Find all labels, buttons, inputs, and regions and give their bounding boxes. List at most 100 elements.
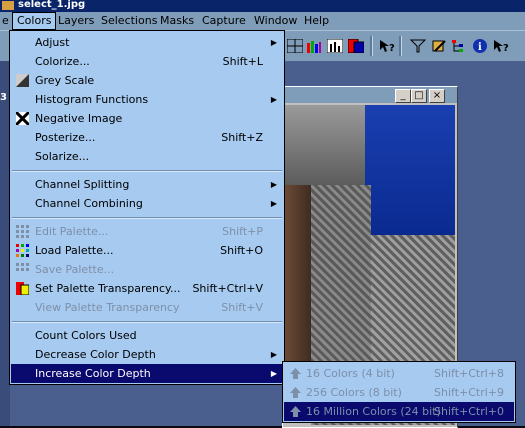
menu-layers[interactable]: Layers bbox=[54, 13, 98, 29]
menu-masks[interactable]: Masks bbox=[156, 13, 198, 29]
histogram-color-icon[interactable] bbox=[305, 37, 323, 55]
menu-colors[interactable]: Colors bbox=[12, 12, 57, 30]
menu-item-decrease-color-depth[interactable]: Decrease Color Depth ▶ bbox=[11, 345, 283, 364]
menu-item-channel-combining[interactable]: Channel Combining ▶ bbox=[11, 194, 283, 213]
menu-item-label: Save Palette... bbox=[35, 263, 115, 276]
menu-item-posterize[interactable]: Posterize... Shift+Z bbox=[11, 128, 283, 147]
colors-menu: Adjust ▶ Colorize... Shift+L Grey Scale Histo… bbox=[9, 30, 285, 385]
menu-item-channel-splitting[interactable]: Channel Splitting ▶ bbox=[11, 175, 283, 194]
menu-item-shortcut: Shift+Ctrl+V bbox=[192, 282, 263, 295]
brush-icon[interactable] bbox=[430, 37, 448, 55]
menu-item-label: Negative Image bbox=[35, 112, 123, 125]
menu-item-label: Posterize... bbox=[35, 131, 96, 144]
menu-item-label: Colorize... bbox=[35, 55, 90, 68]
submenu-item-shortcut: Shift+Ctrl+8 bbox=[434, 367, 505, 380]
menu-item-label: View Palette Transparency bbox=[35, 301, 180, 314]
submenu-item-label: 256 Colors (8 bit) bbox=[306, 386, 402, 399]
menu-separator bbox=[12, 321, 282, 323]
submenu-arrow-icon: ▶ bbox=[270, 350, 277, 359]
menu-item-load-palette[interactable]: Load Palette... Shift+O bbox=[11, 241, 283, 260]
submenu-arrow-icon: ▶ bbox=[270, 199, 277, 208]
menu-item-label: Load Palette... bbox=[35, 244, 114, 257]
transparency-icon bbox=[16, 282, 30, 296]
menu-window[interactable]: Window bbox=[250, 13, 301, 29]
menu-item-colorize[interactable]: Colorize... Shift+L bbox=[11, 52, 283, 71]
menu-item-grey-scale[interactable]: Grey Scale bbox=[11, 71, 283, 90]
face-region bbox=[285, 185, 313, 385]
menu-item-label: Histogram Functions bbox=[35, 93, 149, 106]
up-arrow-icon bbox=[289, 386, 302, 399]
menu-selections[interactable]: Selections bbox=[97, 13, 161, 29]
tree-icon[interactable] bbox=[450, 37, 468, 55]
panel-label: 3 bbox=[0, 92, 7, 103]
menu-item-label: Solarize... bbox=[35, 150, 90, 163]
toolbar-separator bbox=[399, 36, 402, 56]
menubar: e Colors Layers Selections Masks Capture… bbox=[0, 12, 525, 30]
app-titlebar: select_1.jpg bbox=[0, 0, 525, 12]
submenu-arrow-icon: ▶ bbox=[270, 95, 277, 104]
blue-cloth-region bbox=[365, 105, 455, 235]
submenu-item-label: 16 Million Colors (24 bit) bbox=[306, 405, 441, 418]
submenu-item-label: 16 Colors (4 bit) bbox=[306, 367, 395, 380]
menu-item-increase-color-depth[interactable]: Increase Color Depth ▶ bbox=[11, 364, 283, 383]
save-palette-icon bbox=[16, 263, 29, 276]
menu-item-label: Edit Palette... bbox=[35, 225, 109, 238]
menu-item-negative-image[interactable]: Negative Image bbox=[11, 109, 283, 128]
menu-item-view-palette-transparency[interactable]: View Palette Transparency Shift+V bbox=[11, 298, 283, 317]
submenu-arrow-icon: ▶ bbox=[270, 369, 277, 378]
up-arrow-icon bbox=[289, 367, 302, 380]
menu-item-set-palette-transparency[interactable]: Set Palette Transparency... Shift+Ctrl+V bbox=[11, 279, 283, 298]
menu-item-label: Decrease Color Depth bbox=[35, 348, 156, 361]
svg-text:?: ? bbox=[389, 43, 395, 53]
load-palette-icon bbox=[16, 244, 29, 257]
up-arrow-icon bbox=[289, 405, 302, 418]
histogram-icon[interactable] bbox=[326, 37, 344, 55]
submenu-item-shortcut: Shift+Ctrl+0 bbox=[434, 405, 505, 418]
filter-icon[interactable] bbox=[409, 37, 427, 55]
greyscale-icon bbox=[16, 74, 29, 87]
menu-item-histogram-functions[interactable]: Histogram Functions ▶ bbox=[11, 90, 283, 109]
svg-text:?: ? bbox=[503, 43, 509, 53]
menu-item-shortcut: Shift+O bbox=[220, 244, 263, 257]
menu-item-label: Channel Splitting bbox=[35, 178, 130, 191]
menu-item-count-colors-used[interactable]: Count Colors Used bbox=[11, 326, 283, 345]
submenu-item-256-colors-8-bit[interactable]: 256 Colors (8 bit) Shift+Ctrl+9 bbox=[284, 383, 514, 402]
submenu-item-16-colors-4-bit[interactable]: 16 Colors (4 bit) Shift+Ctrl+8 bbox=[284, 364, 514, 383]
menu-item-save-palette[interactable]: Save Palette... bbox=[11, 260, 283, 279]
menu-item-adjust[interactable]: Adjust ▶ bbox=[11, 33, 283, 52]
submenu-item-shortcut: Shift+Ctrl+9 bbox=[434, 386, 505, 399]
palette-icon bbox=[16, 225, 29, 238]
submenu-arrow-icon: ▶ bbox=[270, 38, 277, 47]
menu-item-shortcut: Shift+Z bbox=[221, 131, 263, 144]
helmet-region bbox=[285, 105, 365, 185]
menu-separator bbox=[12, 170, 282, 172]
submenu-item-16-million-colors-24-bit[interactable]: 16 Million Colors (24 bit) Shift+Ctrl+0 bbox=[284, 402, 514, 421]
svg-text:i: i bbox=[478, 42, 482, 53]
menu-item-label: Increase Color Depth bbox=[35, 367, 151, 380]
image-window-titlebar[interactable]: _ □ × bbox=[283, 87, 457, 103]
window-title: select_1.jpg bbox=[18, 0, 86, 10]
context-help-icon[interactable]: ? bbox=[378, 37, 396, 55]
info-icon[interactable]: i bbox=[471, 37, 489, 55]
close-button[interactable]: × bbox=[429, 89, 445, 103]
menu-separator bbox=[12, 217, 282, 219]
menu-item-shortcut: Shift+P bbox=[222, 225, 263, 238]
toolbar-grid-icon[interactable] bbox=[286, 37, 304, 55]
menu-item-label: Channel Combining bbox=[35, 197, 143, 210]
menu-edit[interactable]: e bbox=[0, 13, 13, 29]
menu-item-shortcut: Shift+V bbox=[221, 301, 263, 314]
menu-item-label: Grey Scale bbox=[35, 74, 95, 87]
minimize-button[interactable]: _ bbox=[395, 89, 411, 103]
menu-help[interactable]: Help bbox=[300, 13, 333, 29]
menu-item-shortcut: Shift+L bbox=[222, 55, 263, 68]
channels-icon[interactable] bbox=[347, 37, 365, 55]
negative-icon bbox=[14, 110, 31, 127]
menu-item-label: Set Palette Transparency... bbox=[35, 282, 181, 295]
menu-item-edit-palette[interactable]: Edit Palette... Shift+P bbox=[11, 222, 283, 241]
whats-this-icon[interactable]: ? bbox=[492, 37, 510, 55]
menu-item-label: Count Colors Used bbox=[35, 329, 137, 342]
menu-capture[interactable]: Capture bbox=[198, 13, 250, 29]
maximize-button[interactable]: □ bbox=[411, 89, 427, 103]
menu-item-solarize[interactable]: Solarize... bbox=[11, 147, 283, 166]
increase-color-depth-submenu: 16 Colors (4 bit) Shift+Ctrl+8 256 Colors … bbox=[282, 361, 516, 423]
